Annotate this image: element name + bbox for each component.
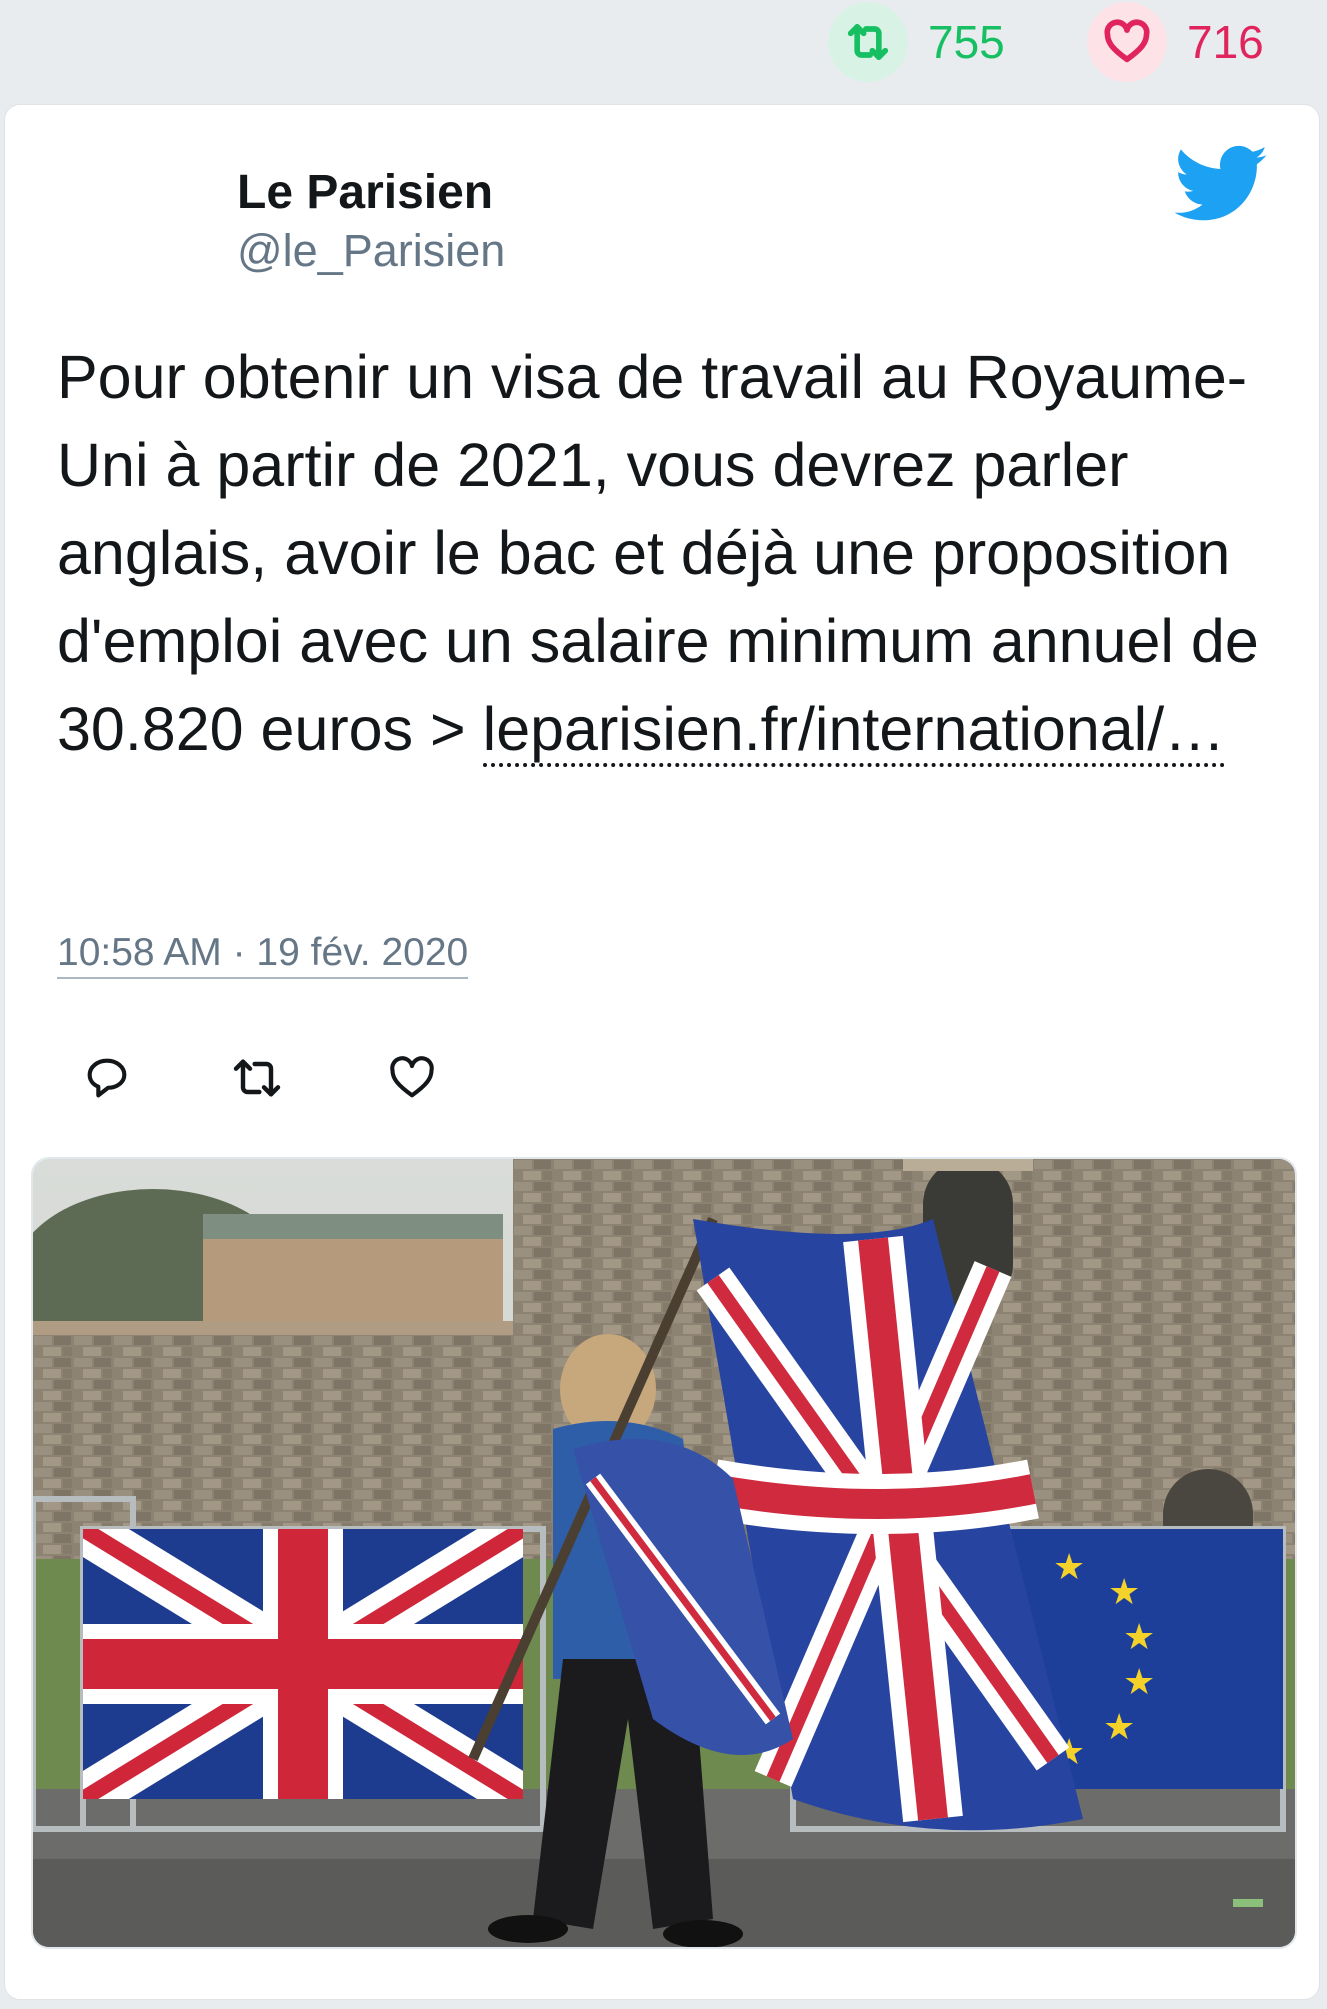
heart-icon <box>386 1052 438 1109</box>
reply-icon <box>81 1052 133 1109</box>
reply-button[interactable] <box>72 1045 142 1115</box>
retweet-stat[interactable]: 755 <box>828 2 1005 82</box>
retweet-button[interactable] <box>222 1045 292 1115</box>
author-name[interactable]: Le Parisien <box>237 165 493 220</box>
retweet-icon <box>229 1050 285 1111</box>
heart-icon[interactable] <box>1087 2 1167 82</box>
svg-text:★: ★ <box>1108 1572 1140 1613</box>
tweet-card[interactable]: Le Parisien @le_Parisien Pour obtenir un… <box>4 104 1320 2000</box>
tweet-text: Pour obtenir un visa de travail au Royau… <box>57 333 1297 773</box>
tweet-timestamp[interactable]: 10:58 AM · 19 fév. 2020 <box>57 931 469 979</box>
svg-text:★: ★ <box>1103 1707 1135 1748</box>
article-link[interactable]: leparisien.fr/international/… <box>482 695 1226 767</box>
like-stat[interactable]: 716 <box>1087 2 1264 82</box>
like-button[interactable] <box>377 1045 447 1115</box>
svg-text:★: ★ <box>1123 1662 1155 1703</box>
tweet-photo[interactable]: ★ ★ ★ ★ ★ ★ <box>31 1157 1297 1949</box>
author-handle[interactable]: @le_Parisien <box>237 225 505 277</box>
retweet-icon[interactable] <box>828 2 908 82</box>
retweet-count: 755 <box>928 16 1005 68</box>
twitter-bird-icon[interactable] <box>1174 145 1269 225</box>
like-count: 716 <box>1187 16 1264 68</box>
svg-text:★: ★ <box>1123 1617 1155 1658</box>
svg-text:★: ★ <box>1053 1547 1085 1588</box>
photo-union-jack-eu-flags: ★★ ★★ ★★ <box>33 1159 1295 1947</box>
engagement-stats-bar: 755 716 <box>0 0 1327 104</box>
